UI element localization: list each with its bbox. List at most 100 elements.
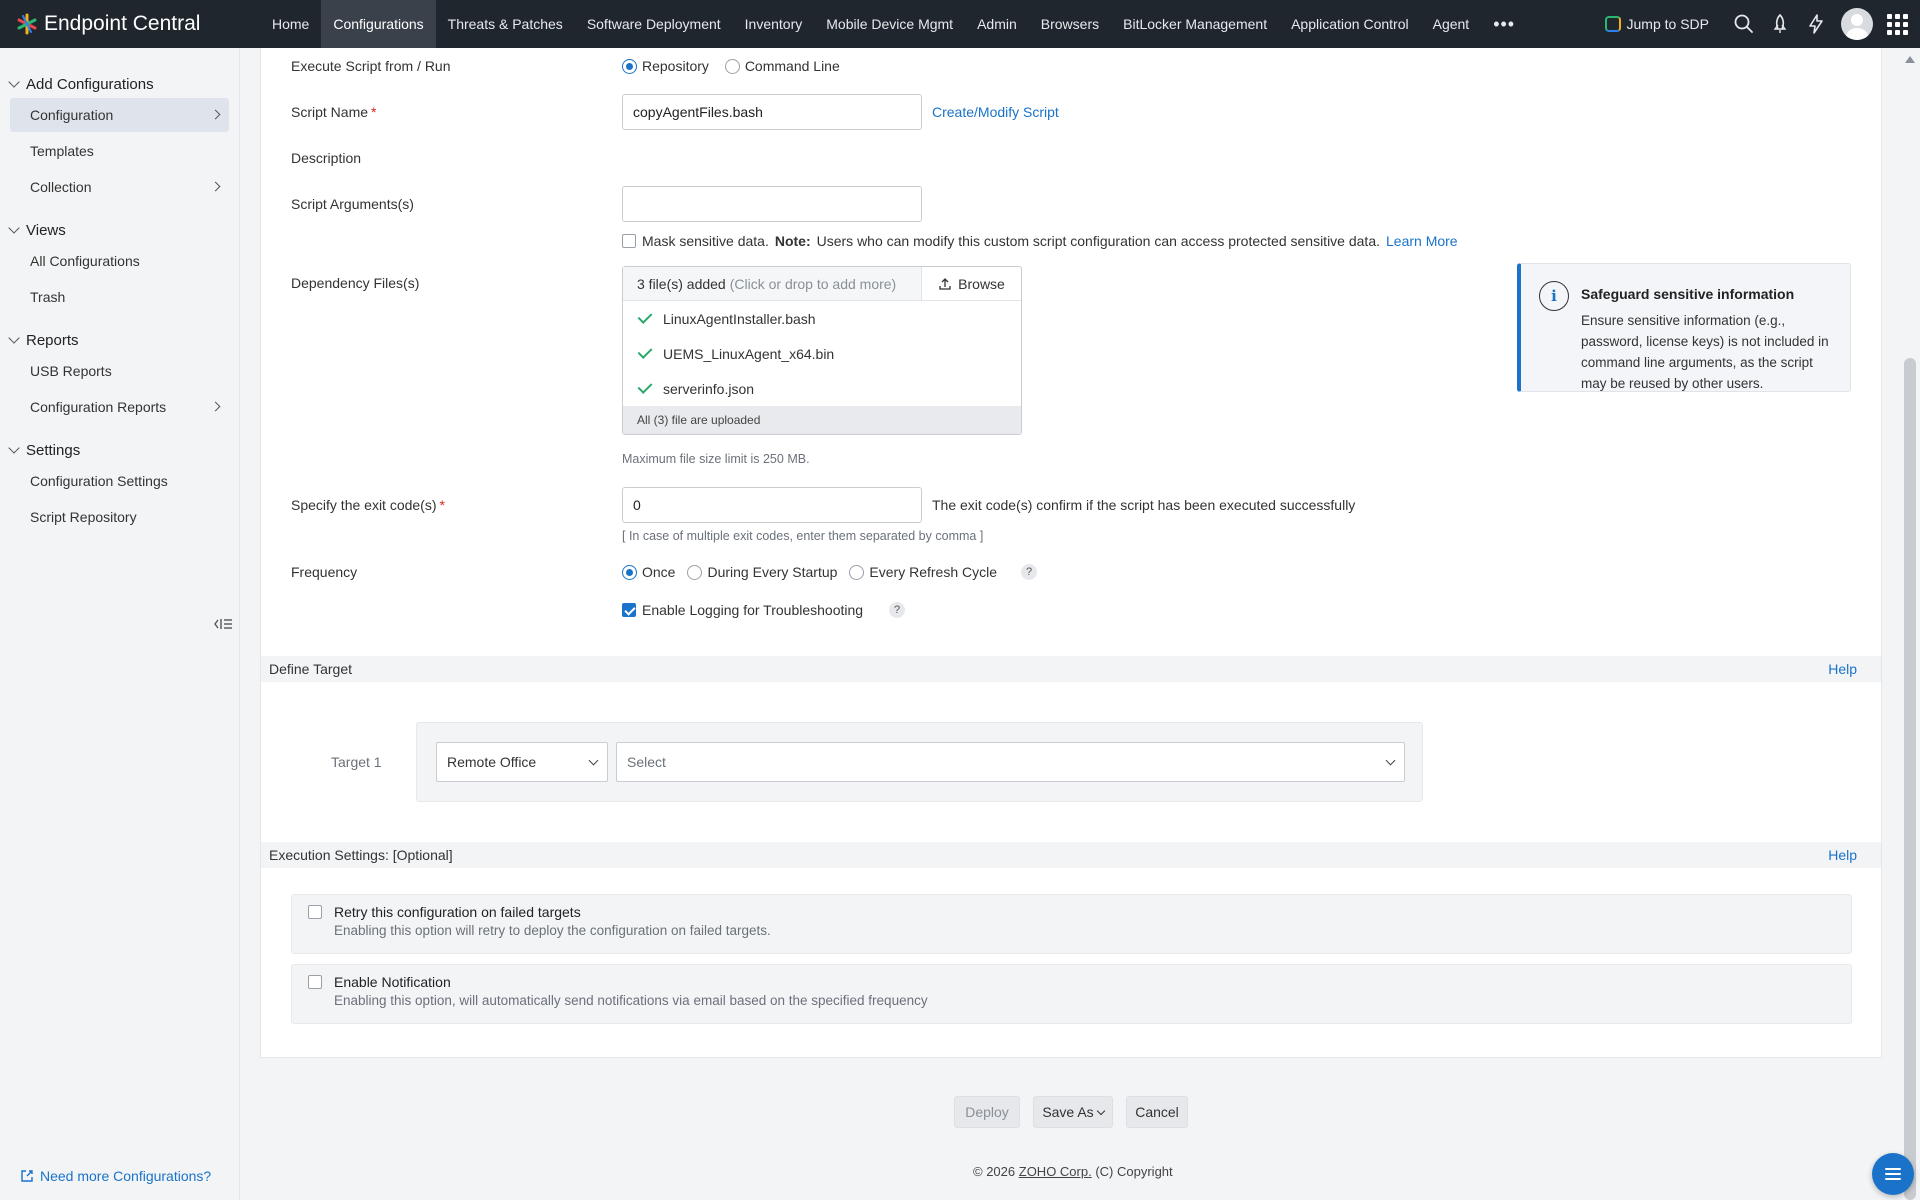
create-modify-script-link[interactable]: Create/Modify Script	[932, 104, 1059, 120]
help-question-icon[interactable]: ?	[1021, 564, 1038, 580]
enable-logging-label: Enable Logging for Troubleshooting	[642, 602, 864, 618]
sidebar-section-views[interactable]: Views	[0, 218, 239, 242]
sidebar-section-label: Reports	[26, 331, 79, 349]
nav-agent[interactable]: Agent	[1421, 0, 1482, 48]
nav-browsers[interactable]: Browsers	[1029, 0, 1111, 48]
jump-to-sdp-label: Jump to SDP	[1626, 16, 1709, 32]
define-target-title: Define Target	[269, 661, 353, 677]
sidebar-item-configuration-reports[interactable]: Configuration Reports	[10, 390, 229, 424]
sidebar-item-label: Trash	[30, 289, 66, 305]
script-args-input[interactable]	[622, 186, 922, 222]
dep-count-text: 3 file(s) added	[637, 275, 726, 292]
nav-software-deployment[interactable]: Software Deployment	[575, 0, 733, 48]
radio-once[interactable]: Once	[622, 564, 675, 580]
target-1-label: Target 1	[331, 754, 382, 770]
radio-dot	[724, 58, 740, 74]
target-type-dropdown[interactable]: Remote Office	[436, 742, 608, 782]
help-question-icon[interactable]: ?	[889, 602, 906, 618]
dependency-upload-status: All (3) file are uploaded	[623, 406, 1021, 434]
enable-logging-row: Enable Logging for Troubleshooting ?	[622, 602, 906, 618]
user-avatar[interactable]	[1841, 8, 1873, 40]
nav-home[interactable]: Home	[260, 0, 321, 48]
deploy-button[interactable]: Deploy	[954, 1096, 1020, 1128]
upload-icon	[939, 277, 951, 290]
rocket-icon[interactable]	[1769, 13, 1791, 35]
enable-logging-checkbox[interactable]	[622, 603, 636, 617]
copyright-prefix: © 2026	[973, 1164, 1016, 1179]
exit-code-info: The exit code(s) confirm if the script h…	[932, 497, 1356, 513]
info-icon: i	[1539, 281, 1569, 311]
target-select-dropdown[interactable]: Select	[616, 742, 1405, 782]
frequency-label: Frequency	[291, 564, 358, 580]
endpoint-central-logo-icon	[17, 13, 37, 35]
sidebar-item-templates[interactable]: Templates	[10, 134, 229, 168]
nav-configurations[interactable]: Configurations	[321, 0, 436, 48]
sidebar-section-settings[interactable]: Settings	[0, 438, 239, 462]
safeguard-info-card: i Safeguard sensitive information Ensure…	[1517, 263, 1851, 392]
learn-more-link[interactable]: Learn More	[1386, 233, 1458, 249]
retry-option-card: Retry this configuration on failed targe…	[291, 894, 1852, 954]
nav-inventory[interactable]: Inventory	[733, 0, 815, 48]
lightning-icon[interactable]	[1805, 13, 1827, 35]
sidebar: Add Configurations Configuration Templat…	[0, 48, 240, 1200]
radio-dot	[687, 564, 703, 580]
nav-threats-patches[interactable]: Threats & Patches	[436, 0, 575, 48]
sidebar-section-reports[interactable]: Reports	[0, 328, 239, 352]
collapse-sidebar-icon[interactable]	[208, 608, 240, 640]
sidebar-section-add-configurations[interactable]: Add Configurations	[0, 72, 239, 96]
more-nav-icon[interactable]: •••	[1481, 0, 1527, 48]
sidebar-item-label: Templates	[30, 143, 94, 159]
frequency-options: Once During Every Startup Every Refresh …	[622, 564, 1038, 580]
radio-command-line[interactable]: Command Line	[724, 58, 840, 74]
execute-from-options: Repository Command Line	[622, 58, 852, 77]
sidebar-item-collection[interactable]: Collection	[10, 170, 229, 204]
radio-every-refresh-cycle[interactable]: Every Refresh Cycle	[849, 564, 997, 580]
chevron-down-icon	[1096, 1106, 1105, 1115]
define-target-help-link[interactable]: Help	[1828, 661, 1857, 677]
exit-code-input[interactable]: 0	[622, 487, 922, 523]
nav-bitlocker-management[interactable]: BitLocker Management	[1111, 0, 1279, 48]
scroll-up-arrow-icon[interactable]	[1905, 56, 1915, 63]
exit-code-text: Specify the exit code(s)	[291, 497, 437, 513]
sidebar-item-label: Configuration Settings	[30, 473, 168, 489]
radio-every-startup[interactable]: During Every Startup	[687, 564, 837, 580]
sidebar-item-trash[interactable]: Trash	[10, 280, 229, 314]
execution-settings-help-link[interactable]: Help	[1828, 847, 1857, 863]
sidebar-item-usb-reports[interactable]: USB Reports	[10, 354, 229, 388]
nav-application-control[interactable]: Application Control	[1279, 0, 1421, 48]
retry-checkbox[interactable]	[308, 905, 322, 919]
scroll-thumb[interactable]	[1904, 358, 1916, 1200]
cancel-button[interactable]: Cancel	[1126, 1096, 1188, 1128]
save-as-button[interactable]: Save As	[1033, 1096, 1113, 1128]
page-scrollbar[interactable]	[1900, 48, 1920, 1200]
mask-sensitive-checkbox[interactable]	[622, 234, 636, 248]
menu-fab-icon[interactable]	[1872, 1153, 1914, 1195]
brand[interactable]: Endpoint Central	[0, 12, 260, 36]
chevron-down-icon	[588, 755, 599, 765]
search-icon[interactable]	[1733, 13, 1755, 35]
target-type-value: Remote Office	[447, 754, 537, 770]
sidebar-item-all-configurations[interactable]: All Configurations	[10, 244, 229, 278]
nav-mobile-device-mgmt[interactable]: Mobile Device Mgmt	[814, 0, 965, 48]
checkmark-icon	[637, 309, 653, 324]
browse-button[interactable]: Browse	[921, 267, 1021, 300]
radio-repository[interactable]: Repository	[622, 58, 709, 74]
execution-settings-title: Execution Settings: [Optional]	[269, 847, 453, 863]
notification-checkbox[interactable]	[308, 975, 322, 989]
dependency-count[interactable]: 3 file(s) added (Click or drop to add mo…	[623, 267, 921, 300]
nav-admin[interactable]: Admin	[965, 0, 1029, 48]
sidebar-item-script-repository[interactable]: Script Repository	[10, 500, 229, 534]
radio-label: Every Refresh Cycle	[869, 564, 998, 580]
sidebar-item-configuration-settings[interactable]: Configuration Settings	[10, 464, 229, 498]
sidebar-item-configuration[interactable]: Configuration	[10, 98, 229, 132]
need-more-configurations-link[interactable]: Need more Configurations?	[20, 1168, 211, 1184]
script-name-input[interactable]: copyAgentFiles.bash	[622, 94, 922, 130]
app-grid-icon[interactable]	[1887, 13, 1908, 35]
need-more-label: Need more Configurations?	[40, 1168, 212, 1184]
sidebar-section-label: Settings	[26, 441, 81, 459]
zoho-corp-link[interactable]: ZOHO Corp.	[1019, 1164, 1092, 1179]
dependency-dropzone[interactable]: 3 file(s) added (Click or drop to add mo…	[623, 267, 1021, 301]
dep-hint-text: (Click or drop to add more)	[729, 275, 897, 292]
jump-to-sdp-link[interactable]: Jump to SDP	[1604, 16, 1709, 32]
dependency-file-item: LinuxAgentInstaller.bash	[623, 301, 1021, 336]
